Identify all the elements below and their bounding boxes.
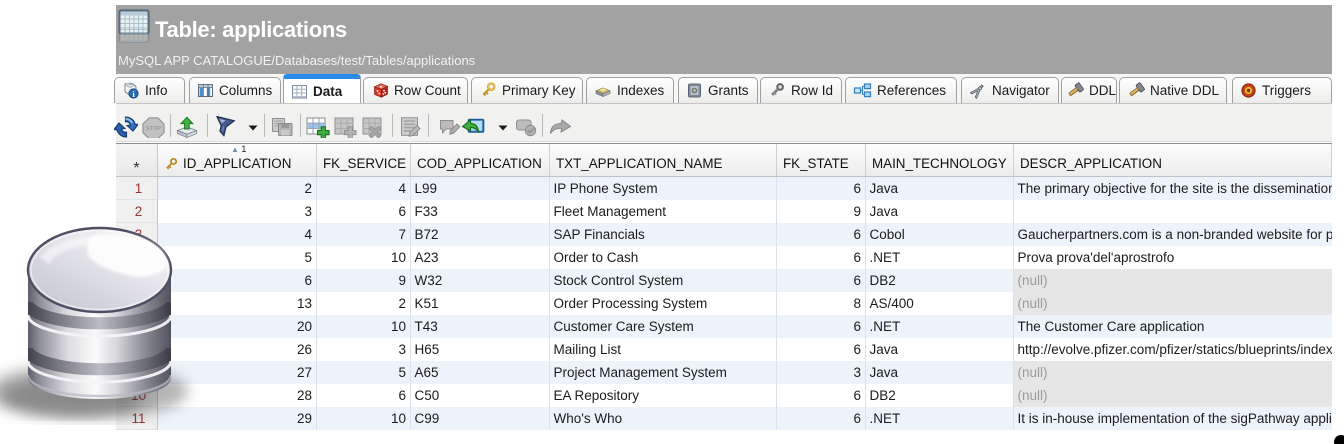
- svg-text:STOP: STOP: [146, 126, 161, 132]
